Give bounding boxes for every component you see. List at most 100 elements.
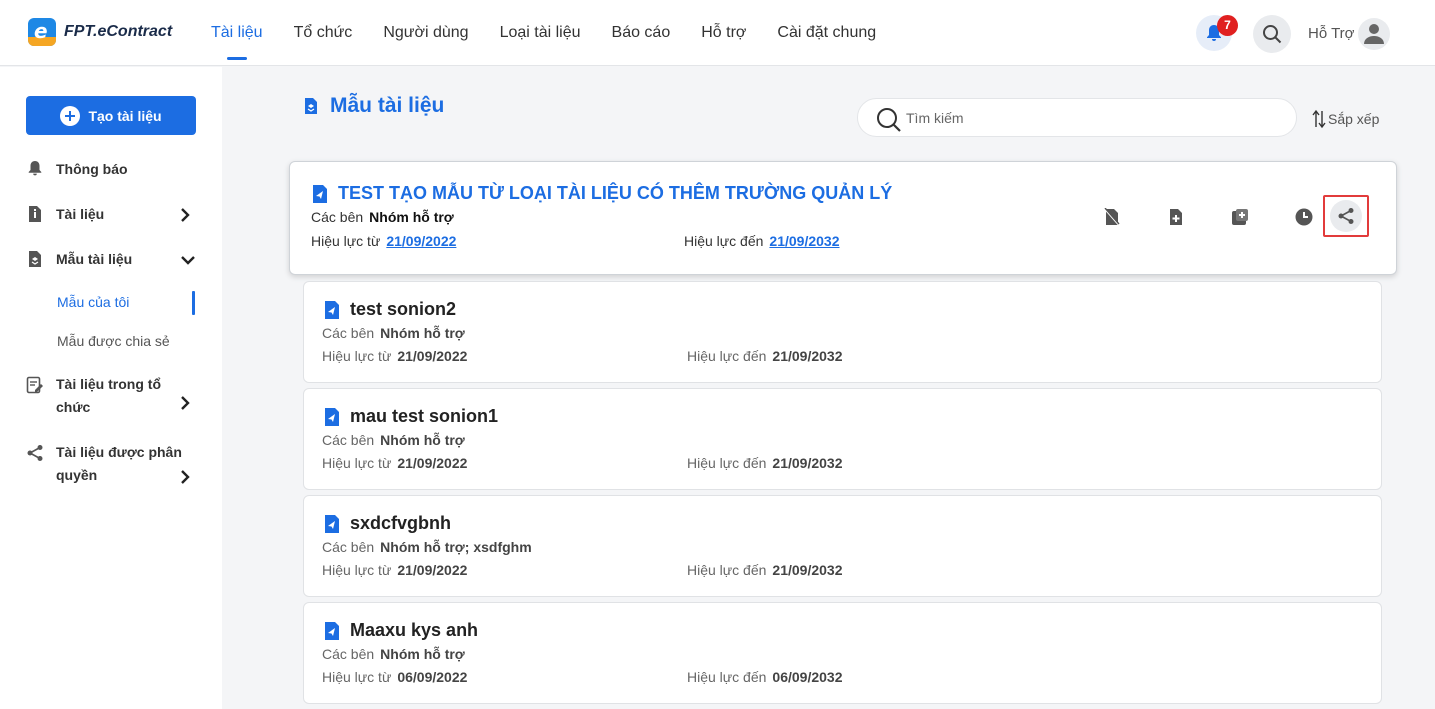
copy-add-icon (1232, 209, 1248, 225)
template-valid-to: Hiệu lực đến 21/09/2032 (687, 455, 843, 471)
template-title[interactable]: Maaxu kys anh (324, 620, 478, 641)
search-box[interactable] (857, 98, 1297, 137)
document-send-icon (325, 621, 339, 640)
template-valid-to: Hiệu lực đến 21/09/2032 (687, 562, 843, 578)
template-title[interactable]: test sonion2 (324, 299, 456, 320)
valid-from-value[interactable]: 21/09/2022 (386, 233, 456, 249)
chevron-right-icon[interactable] (180, 396, 190, 410)
bell-icon (28, 161, 42, 176)
template-valid-to: Hiệu lực đến 21/09/2032 (687, 348, 843, 364)
search-icon (877, 108, 901, 132)
nav-to-chuc[interactable]: Tổ chức (294, 0, 353, 66)
main-nav: Tài liệu Tổ chức Người dùng Loại tài liệ… (211, 0, 907, 66)
nav-tai-lieu[interactable]: Tài liệu (211, 0, 263, 66)
parties-label: Các bên (322, 325, 375, 341)
parties-label: Các bên (322, 539, 375, 555)
nav-bao-cao[interactable]: Báo cáo (612, 0, 671, 66)
page-title-text: Mẫu tài liệu (330, 94, 445, 117)
template-valid-from: Hiệu lực từ 21/09/2022 (322, 455, 467, 471)
template-title-text: mau test sonion1 (350, 406, 499, 426)
chevron-right-icon[interactable] (180, 208, 190, 222)
nav-loai-tai-lieu[interactable]: Loại tài liệu (500, 0, 581, 66)
sort-icon (1312, 109, 1326, 129)
valid-to-label: Hiệu lực đến (684, 233, 764, 249)
sidebar-item-tai-lieu-duoc-phan-quyen[interactable]: Tài liệu được phân quyền (26, 441, 196, 487)
valid-from-label: Hiệu lực từ (322, 669, 392, 685)
valid-from-value: 06/09/2022 (397, 669, 468, 685)
template-title[interactable]: mau test sonion1 (324, 406, 498, 427)
parties-label: Các bên (311, 209, 364, 225)
active-indicator (192, 291, 195, 315)
valid-to-value: 21/09/2032 (772, 455, 843, 471)
valid-to-label: Hiệu lực đến (687, 562, 767, 578)
template-card[interactable]: Maaxu kys anh Các bên Nhóm hỗ trợ Hiệu lự… (303, 602, 1382, 704)
template-parties: Các bên Nhóm hỗ trợ (311, 209, 454, 225)
chevron-right-icon[interactable] (180, 470, 190, 484)
disable-template-button[interactable] (1080, 202, 1144, 232)
valid-from-label: Hiệu lực từ (322, 455, 392, 471)
user-name[interactable]: Hỗ Trợ (1308, 25, 1355, 42)
chevron-down-icon[interactable] (181, 255, 195, 265)
nav-nguoi-dung[interactable]: Người dùng (383, 0, 468, 66)
parties-value: Nhóm hỗ trợ; xsdfghm (380, 539, 532, 555)
document-send-icon (325, 514, 339, 533)
template-card[interactable]: sxdcfvgbnh Các bên Nhóm hỗ trợ; xsdfghm H… (303, 495, 1382, 597)
template-valid-to: Hiệu lực đến 21/09/2032 (684, 233, 840, 249)
search-input[interactable] (906, 108, 1286, 128)
template-title-text: test sonion2 (350, 299, 457, 319)
template-valid-to: Hiệu lực đến 06/09/2032 (687, 669, 843, 685)
plus-icon (60, 105, 81, 126)
sidebar-item-label: Tài liệu được phân quyền (56, 444, 182, 483)
template-title[interactable]: sxdcfvgbnh (324, 513, 451, 534)
template-title[interactable]: TEST TẠO MẪU TỪ LOẠI TÀI LIỆU CÓ THÊM TR… (312, 183, 892, 204)
parties-label: Các bên (322, 646, 375, 662)
global-search-button[interactable] (1253, 15, 1291, 53)
brand-logo[interactable]: e FPT.eContract (28, 18, 172, 46)
top-navbar: e FPT.eContract Tài liệu Tổ chức Người d… (0, 0, 1435, 66)
share-icon (27, 445, 43, 461)
parties-value: Nhóm hỗ trợ (380, 325, 465, 341)
user-avatar[interactable] (1358, 18, 1390, 50)
document-off-icon (1104, 208, 1120, 226)
create-document-label: Tạo tài liệu (88, 107, 162, 124)
sort-button[interactable]: Sắp xếp (1312, 109, 1379, 129)
parties-value: Nhóm hỗ trợ (380, 432, 465, 448)
template-card[interactable]: mau test sonion1 Các bên Nhóm hỗ trợ Hiệu… (303, 388, 1382, 490)
share-template-button[interactable] (1323, 195, 1369, 237)
sidebar-item-tai-lieu[interactable]: Tài liệu (26, 205, 104, 223)
template-icon (29, 251, 41, 267)
template-card[interactable]: test sonion2 Các bên Nhóm hỗ trợ Hiệu lực… (303, 281, 1382, 383)
valid-to-label: Hiệu lực đến (687, 669, 767, 685)
template-parties: Các bên Nhóm hỗ trợ (322, 432, 465, 448)
nav-cai-dat-chung[interactable]: Cài đặt chung (777, 0, 876, 66)
valid-from-label: Hiệu lực từ (322, 348, 392, 364)
parties-value: Nhóm hỗ trợ (369, 209, 454, 225)
valid-from-value: 21/09/2022 (397, 348, 468, 364)
notification-count-badge: 7 (1217, 15, 1238, 36)
nav-ho-tro[interactable]: Hỗ trợ (701, 0, 746, 66)
template-title-text: sxdcfvgbnh (350, 513, 452, 533)
sidebar-sub-mau-duoc-chia-se[interactable]: Mẫu được chia sẻ (57, 333, 170, 349)
sidebar-item-thong-bao[interactable]: Thông báo (26, 160, 128, 178)
sidebar-sub-mau-cua-toi[interactable]: Mẫu của tôi (57, 294, 129, 310)
template-title-text: Maaxu kys anh (350, 620, 479, 640)
page-title: Mẫu tài liệu (304, 94, 444, 118)
template-card-selected[interactable]: TEST TẠO MẪU TỪ LOẠI TÀI LIỆU CÓ THÊM TR… (289, 161, 1397, 275)
template-valid-from: Hiệu lực từ 21/09/2022 (322, 348, 467, 364)
sidebar: Tạo tài liệu Thông báo Tài liệu Mẫu tài … (0, 67, 222, 709)
template-title-text: TEST TẠO MẪU TỪ LOẠI TÀI LIỆU CÓ THÊM TR… (338, 183, 893, 203)
document-icon (29, 206, 41, 222)
valid-to-value[interactable]: 21/09/2032 (769, 233, 839, 249)
document-send-icon (313, 184, 327, 203)
search-icon (1263, 25, 1282, 44)
create-document-from-template-button[interactable] (1144, 202, 1208, 232)
template-parties: Các bên Nhóm hỗ trợ (322, 325, 465, 341)
logo-icon: e (28, 18, 56, 46)
brand-name: FPT.eContract (64, 23, 173, 40)
sidebar-item-mau-tai-lieu[interactable]: Mẫu tài liệu (26, 250, 132, 268)
valid-to-label: Hiệu lực đến (687, 455, 767, 471)
sidebar-item-tai-lieu-trong-to-chuc[interactable]: Tài liệu trong tổ chức (26, 373, 196, 419)
create-document-button[interactable]: Tạo tài liệu (26, 96, 196, 135)
copy-template-button[interactable] (1208, 202, 1272, 232)
valid-to-value: 06/09/2032 (772, 669, 843, 685)
